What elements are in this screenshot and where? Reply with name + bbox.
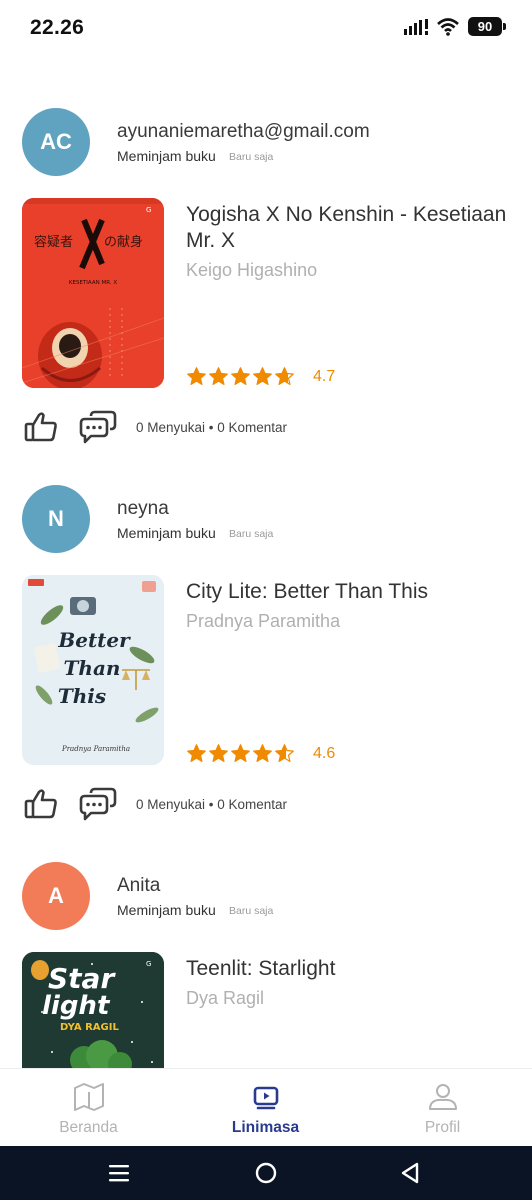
svg-text:KESETIAAN MR. X: KESETIAAN MR. X xyxy=(69,280,117,286)
activity-text: Meminjam buku xyxy=(117,902,216,918)
svg-text:light: light xyxy=(42,991,111,1021)
svg-text:Than: Than xyxy=(64,656,121,680)
book-cover[interactable]: 容疑者 の献身 KESETIAAN MR. X G xyxy=(22,198,164,388)
comment-icon xyxy=(79,787,117,821)
star-icon xyxy=(253,367,272,385)
avatar[interactable]: N xyxy=(22,485,90,553)
star-icon xyxy=(209,367,228,385)
status-bar: 22.26 90 xyxy=(0,0,532,56)
book-title[interactable]: Teenlit: Starlight xyxy=(186,956,516,982)
svg-text:Better: Better xyxy=(57,628,131,652)
timeline-post: N neyna Meminjam buku Baru saja Better T… xyxy=(0,467,532,827)
comment-button[interactable] xyxy=(79,785,117,823)
post-header: A Anita Meminjam buku Baru saja xyxy=(22,862,512,932)
battery-level: 90 xyxy=(477,19,493,34)
book-cover[interactable]: Star light DYA RAGIL G xyxy=(22,952,164,1068)
nav-linimasa[interactable]: Linimasa xyxy=(177,1069,354,1147)
star-rating xyxy=(186,743,295,764)
svg-text:の献身: の献身 xyxy=(104,234,143,250)
time-ago: Baru saja xyxy=(229,151,274,163)
timeline-post: A Anita Meminjam buku Baru saja Star lig… xyxy=(0,844,532,1068)
time-ago: Baru saja xyxy=(229,528,274,540)
svg-text:G: G xyxy=(146,960,151,968)
post-header: N neyna Meminjam buku Baru saja xyxy=(22,485,512,555)
user-name[interactable]: ayunaniemaretha@gmail.com xyxy=(117,121,370,143)
star-icon xyxy=(275,744,294,762)
avatar-initials: AC xyxy=(40,129,72,154)
recents-button[interactable] xyxy=(104,1158,134,1188)
comment-button[interactable] xyxy=(79,408,117,446)
svg-text:DYA RAGIL: DYA RAGIL xyxy=(60,1022,119,1033)
book-card[interactable]: Star light DYA RAGIL G Teenlit: Starligh… xyxy=(22,952,512,1068)
star-icon xyxy=(231,744,250,762)
book-card[interactable]: 容疑者 の献身 KESETIAAN MR. X G Yogisha X No K… xyxy=(22,198,512,388)
timeline-feed[interactable]: AC ayunaniemaretha@gmail.com Meminjam bu… xyxy=(0,90,532,1068)
post-header: AC ayunaniemaretha@gmail.com Meminjam bu… xyxy=(22,108,512,178)
book-author: Keigo Higashino xyxy=(186,260,318,280)
thumbs-up-icon xyxy=(24,789,57,819)
status-time: 22.26 xyxy=(30,16,85,39)
star-rating xyxy=(186,366,295,387)
book-cover[interactable]: Better Than This Pradnya Paramitha xyxy=(22,575,164,765)
battery-indicator: 90 xyxy=(468,17,506,36)
nav-label: Linimasa xyxy=(231,1119,300,1136)
svg-text:容疑者: 容疑者 xyxy=(34,234,73,250)
nav-label: Beranda xyxy=(59,1119,118,1136)
nav-beranda[interactable]: Beranda xyxy=(0,1069,177,1147)
rating-value: 4.7 xyxy=(313,368,336,385)
comment-icon xyxy=(79,410,117,444)
avatar-initials: N xyxy=(48,506,64,531)
star-icon xyxy=(253,744,272,762)
post-stats: 0 Menyukai • 0 Komentar xyxy=(136,420,288,435)
post-actions: 0 Menyukai • 0 Komentar xyxy=(22,785,512,825)
nav-profil[interactable]: Profil xyxy=(354,1069,531,1147)
user-name[interactable]: Anita xyxy=(117,875,160,897)
star-icon xyxy=(187,744,206,762)
book-author: Pradnya Paramitha xyxy=(186,611,341,631)
svg-text:G: G xyxy=(146,206,151,214)
back-button[interactable] xyxy=(395,1158,425,1188)
thumbs-up-icon xyxy=(24,412,57,442)
star-icon xyxy=(275,367,294,385)
post-actions: 0 Menyukai • 0 Komentar xyxy=(22,408,512,448)
avatar[interactable]: AC xyxy=(22,108,90,176)
nav-label: Profil xyxy=(424,1119,461,1136)
status-icons: 90 xyxy=(404,17,506,36)
post-stats: 0 Menyukai • 0 Komentar xyxy=(136,797,288,812)
like-button[interactable] xyxy=(22,408,60,446)
back-triangle-icon xyxy=(401,1162,419,1184)
timeline-post: AC ayunaniemaretha@gmail.com Meminjam bu… xyxy=(0,90,532,450)
profile-icon xyxy=(429,1084,457,1110)
map-book-icon xyxy=(74,1083,104,1111)
home-button[interactable] xyxy=(251,1158,281,1188)
book-title[interactable]: Yogisha X No Kenshin - Kesetiaan Mr. X xyxy=(186,202,516,254)
avatar[interactable]: A xyxy=(22,862,90,930)
menu-icon xyxy=(109,1165,129,1182)
star-icon xyxy=(209,744,228,762)
svg-text:This: This xyxy=(58,684,106,708)
star-icon xyxy=(231,367,250,385)
bottom-navigation: Beranda Linimasa Profil xyxy=(0,1068,532,1146)
svg-text:Pradnya Paramitha: Pradnya Paramitha xyxy=(61,745,130,753)
avatar-initials: A xyxy=(48,883,64,908)
book-author: Dya Ragil xyxy=(186,988,265,1008)
video-icon xyxy=(253,1086,279,1110)
activity-text: Meminjam buku xyxy=(117,525,216,541)
home-circle-icon xyxy=(255,1162,277,1184)
star-icon xyxy=(187,367,206,385)
user-name[interactable]: neyna xyxy=(117,498,169,520)
book-title[interactable]: City Lite: Better Than This xyxy=(186,579,516,605)
like-button[interactable] xyxy=(22,785,60,823)
activity-text: Meminjam buku xyxy=(117,148,216,164)
time-ago: Baru saja xyxy=(229,905,274,917)
rating-value: 4.6 xyxy=(313,745,336,762)
system-navigation-bar xyxy=(0,1146,532,1200)
book-card[interactable]: Better Than This Pradnya Paramitha City … xyxy=(22,575,512,765)
signal-icon xyxy=(404,18,428,35)
wifi-icon xyxy=(437,17,459,36)
